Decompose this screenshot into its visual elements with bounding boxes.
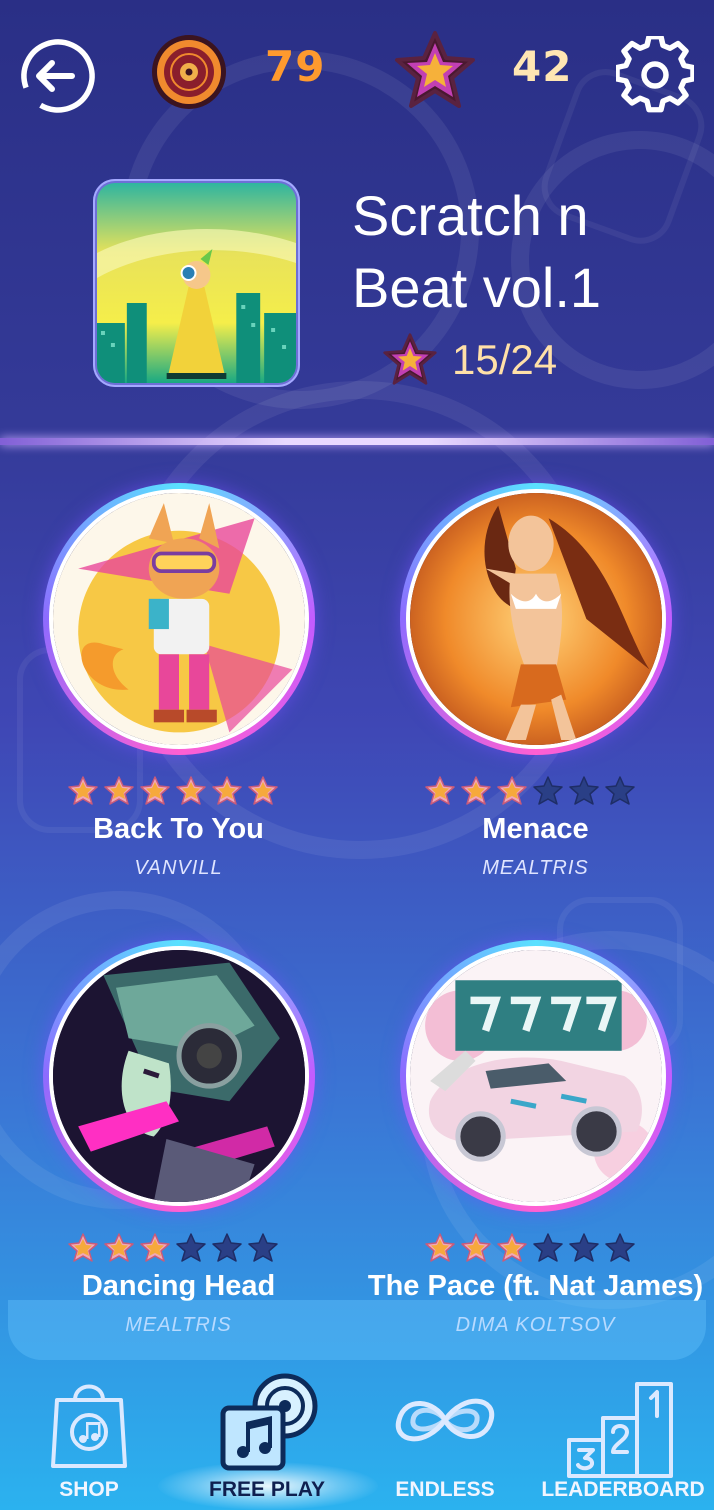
fox-character-art xyxy=(53,493,305,745)
cyborg-art xyxy=(53,950,305,1202)
star-empty-icon xyxy=(568,775,600,807)
song-card-dancing-head[interactable]: Dancing Head MEALTRIS xyxy=(0,902,357,1357)
star-empty-icon xyxy=(175,1232,207,1264)
star-filled-icon xyxy=(247,775,279,807)
sports-car-art xyxy=(410,950,662,1202)
star-badge-icon xyxy=(393,29,477,113)
star-rating xyxy=(67,1232,279,1264)
song-disc[interactable] xyxy=(43,483,315,755)
star-empty-icon xyxy=(532,1232,564,1264)
star-empty-icon xyxy=(247,1232,279,1264)
star-rating xyxy=(67,775,279,807)
coin-count: 79 xyxy=(265,42,326,91)
song-list: Back To You VANVILL Menace MEALTRIS Danc… xyxy=(0,445,714,1360)
music-note-disc-icon xyxy=(220,1373,318,1471)
album-cover xyxy=(93,179,300,387)
song-artist: VANVILL xyxy=(134,857,223,879)
tab-leaderboard[interactable]: LEADERBOARD xyxy=(534,1360,712,1510)
album-progress-label: 15/24 xyxy=(452,336,558,383)
star-filled-icon xyxy=(139,1232,171,1264)
song-disc[interactable] xyxy=(43,940,315,1212)
star-filled-icon xyxy=(175,775,207,807)
star-empty-icon xyxy=(568,1232,600,1264)
tab-free-play-label: FREE PLAY xyxy=(209,1478,325,1501)
settings-button[interactable] xyxy=(614,34,696,114)
album-title: Scratch n Beat vol.1 xyxy=(352,180,692,324)
dancer-art xyxy=(410,493,662,745)
top-bar: 79 42 xyxy=(0,0,714,140)
tab-free-play[interactable]: FREE PLAY xyxy=(178,1360,356,1510)
star-filled-icon xyxy=(103,1232,135,1264)
star-filled-icon xyxy=(67,1232,99,1264)
star-filled-icon xyxy=(460,775,492,807)
star-filled-icon xyxy=(496,1232,528,1264)
album-cover-art xyxy=(97,183,296,383)
song-card-back-to-you[interactable]: Back To You VANVILL xyxy=(0,445,357,900)
star-filled-icon xyxy=(424,1232,456,1264)
infinity-icon xyxy=(395,1398,495,1442)
star-rating xyxy=(424,775,636,807)
star-empty-icon xyxy=(211,1232,243,1264)
star-empty-icon xyxy=(532,775,564,807)
album-star-progress: 15/24 xyxy=(382,332,557,388)
tab-shop[interactable]: SHOP xyxy=(0,1360,178,1510)
tab-shop-label: SHOP xyxy=(59,1478,119,1501)
song-title: Dancing Head xyxy=(81,1270,276,1302)
song-title: Back To You xyxy=(93,813,264,845)
song-panel-bottom xyxy=(8,1300,706,1360)
tab-endless-label: ENDLESS xyxy=(395,1478,495,1501)
song-title: The Pace (ft. Nat James) xyxy=(367,1270,704,1302)
star-filled-icon xyxy=(67,775,99,807)
star-filled-icon xyxy=(139,775,171,807)
tab-leaderboard-label: LEADERBOARD xyxy=(541,1478,705,1501)
song-card-menace[interactable]: Menace MEALTRIS xyxy=(357,445,714,900)
star-rating xyxy=(424,1232,636,1264)
song-title: Menace xyxy=(482,813,589,845)
podium-icon xyxy=(567,1382,673,1478)
back-button[interactable] xyxy=(18,36,98,116)
star-filled-icon xyxy=(103,775,135,807)
song-disc[interactable] xyxy=(400,483,672,755)
album-title-line2: Beat vol.1 xyxy=(352,256,602,319)
star-icon xyxy=(383,333,437,385)
song-card-the-pace[interactable]: The Pace (ft. Nat James) DIMA KOLTSOV xyxy=(357,902,714,1357)
back-arrow-icon xyxy=(21,39,95,113)
gear-icon xyxy=(614,34,696,113)
shopping-bag-icon xyxy=(51,1384,127,1468)
star-count: 42 xyxy=(512,42,573,91)
album-title-line1: Scratch n xyxy=(352,184,589,247)
star-filled-icon xyxy=(496,775,528,807)
star-filled-icon xyxy=(424,775,456,807)
song-artist: MEALTRIS xyxy=(482,857,589,879)
divider xyxy=(0,438,714,445)
tab-endless[interactable]: ENDLESS xyxy=(356,1360,534,1510)
bottom-nav: SHOP FREE PLAY ENDLESS LEADERBOARD xyxy=(0,1360,714,1510)
star-empty-icon xyxy=(604,775,636,807)
song-disc[interactable] xyxy=(400,940,672,1212)
star-filled-icon xyxy=(211,775,243,807)
vinyl-coin-icon xyxy=(150,33,228,111)
star-filled-icon xyxy=(460,1232,492,1264)
album-header: Scratch n Beat vol.1 15/24 xyxy=(0,150,714,440)
star-empty-icon xyxy=(604,1232,636,1264)
